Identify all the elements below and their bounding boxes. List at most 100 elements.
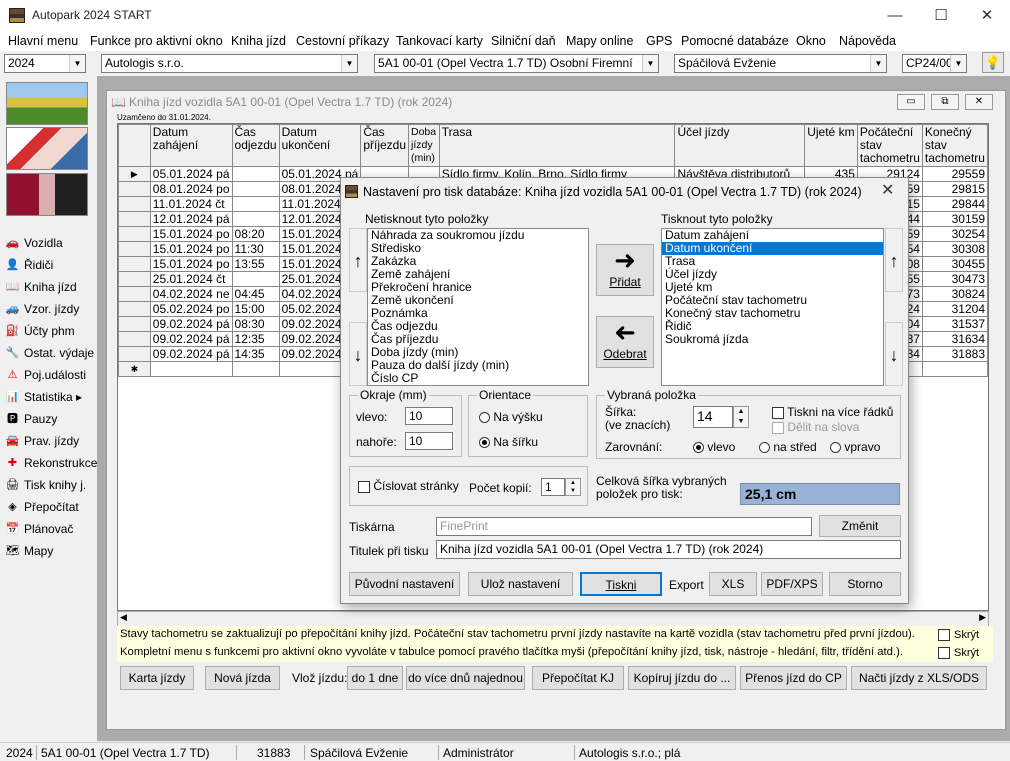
lightbulb-icon[interactable]: 💡 bbox=[982, 52, 1004, 73]
row-header[interactable] bbox=[118, 256, 151, 272]
move-up-icon[interactable]: ↑ bbox=[885, 228, 903, 292]
copy-trip-button[interactable]: Kopíruj jízdu do ... bbox=[628, 666, 736, 690]
table-cell-start[interactable]: 04.02.2024 ne bbox=[149, 286, 233, 302]
row-header[interactable] bbox=[118, 241, 151, 257]
row-header[interactable] bbox=[118, 211, 151, 227]
col-header[interactable]: Konečný stav tachometru bbox=[921, 124, 988, 167]
table-cell-start[interactable]: 12.01.2024 pá bbox=[149, 211, 233, 227]
table-cell-t1[interactable]: 30254 bbox=[921, 226, 988, 242]
insert-multi-day-button[interactable]: do více dnů najednou bbox=[406, 666, 525, 690]
table-cell-dep[interactable]: 04:45 bbox=[231, 286, 280, 302]
row-header[interactable] bbox=[118, 196, 151, 212]
menu-kniha-jizd[interactable]: Kniha jízd bbox=[231, 34, 286, 48]
move-down-icon[interactable]: ↓ bbox=[349, 322, 367, 386]
multiline-checkbox[interactable]: Tiskni na více řádků bbox=[772, 405, 893, 419]
change-printer-button[interactable]: Změnit bbox=[819, 515, 901, 537]
mdi-restore-button[interactable]: ⧉ bbox=[931, 94, 959, 110]
table-cell-t1[interactable]: 31537 bbox=[921, 316, 988, 332]
sidebar-item-vzor-jizdy[interactable]: 🚙 Vzor. jízdy bbox=[5, 299, 80, 319]
menu-funkce[interactable]: Funkce pro aktivní okno bbox=[90, 34, 223, 48]
table-cell-t1[interactable]: 29559 bbox=[921, 166, 988, 182]
original-settings-button[interactable]: Původní nastavení bbox=[349, 572, 460, 596]
table-cell-t1[interactable]: 30824 bbox=[921, 286, 988, 302]
table-cell-t1[interactable]: 30455 bbox=[921, 256, 988, 272]
table-cell-t1[interactable]: 31634 bbox=[921, 331, 988, 347]
margin-top-input[interactable]: 10 bbox=[405, 432, 453, 450]
sidebar-item-mapy[interactable]: 🗺 Mapy bbox=[5, 541, 54, 561]
sidebar-item-ostat-vydaje[interactable]: 🔧 Ostat. výdaje bbox=[5, 343, 94, 363]
table-cell-dep[interactable]: 13:55 bbox=[231, 256, 280, 272]
align-left-radio[interactable]: vlevo bbox=[693, 440, 735, 454]
col-header[interactable]: Ujeté km bbox=[804, 124, 858, 167]
heading-input[interactable]: Kniha jízd vozidla 5A1 00-01 (Opel Vectr… bbox=[436, 540, 901, 559]
table-cell-t1[interactable]: 30159 bbox=[921, 211, 988, 227]
fuel-photo[interactable] bbox=[6, 173, 88, 216]
car-photo[interactable] bbox=[6, 82, 88, 125]
menu-tankovaci-karty[interactable]: Tankovací karty bbox=[396, 34, 483, 48]
table-cell-t1[interactable]: 30473 bbox=[921, 271, 988, 287]
print-button[interactable]: Tiskni bbox=[580, 572, 662, 596]
table-cell-dep[interactable]: 08:30 bbox=[231, 316, 280, 332]
exclude-list[interactable]: Náhrada za soukromou jízdu Středisko Zakáz… bbox=[367, 228, 589, 386]
table-cell-dep[interactable]: 12:35 bbox=[231, 331, 280, 347]
sidebar-item-vozidla[interactable]: 🚗 Vozidla bbox=[5, 233, 63, 253]
sidebar-item-statistika[interactable]: 📊 Statistika ▸ bbox=[5, 387, 82, 407]
table-cell-t1[interactable]: 30308 bbox=[921, 241, 988, 257]
landscape-radio[interactable]: Na šířku bbox=[479, 435, 538, 449]
remove-button[interactable]: ➜ Odebrat bbox=[596, 316, 654, 368]
insert-1-day-button[interactable]: do 1 dne bbox=[347, 666, 403, 690]
export-pdf-button[interactable]: PDF/XPS bbox=[761, 572, 823, 596]
sidebar-item-rekonstrukce[interactable]: ✚ Rekonstrukce bbox=[5, 453, 97, 473]
sidebar-item-planovac[interactable]: 📅 Plánovač bbox=[5, 519, 74, 539]
minimize-button[interactable]: — bbox=[872, 0, 918, 31]
mdi-close-button[interactable]: ✕ bbox=[965, 94, 993, 110]
menu-mapy-online[interactable]: Mapy online bbox=[566, 34, 633, 48]
menu-okno[interactable]: Okno bbox=[796, 34, 826, 48]
row-header[interactable] bbox=[118, 226, 151, 242]
year-select[interactable]: 2024 ▼ bbox=[4, 54, 86, 73]
col-header[interactable]: Počáteční stav tachometru bbox=[856, 124, 923, 167]
recalculate-button[interactable]: Přepočítat KJ bbox=[532, 666, 624, 690]
row-header[interactable] bbox=[118, 271, 151, 287]
table-cell-t1[interactable]: 29844 bbox=[921, 196, 988, 212]
col-header[interactable]: Doba jízdy (min) bbox=[408, 124, 440, 167]
table-cell-start[interactable]: 11.01.2024 čt bbox=[149, 196, 233, 212]
vehicle-select[interactable]: 5A1 00-01 (Opel Vectra 1.7 TD) Osobní Fi… bbox=[374, 54, 659, 73]
table-cell[interactable] bbox=[149, 361, 233, 377]
table-cell-start[interactable]: 15.01.2024 po bbox=[149, 241, 233, 257]
split-words-checkbox[interactable]: Dělit na slova bbox=[772, 420, 859, 434]
include-list[interactable]: Datum zahájení Datum ukončení Trasa Účel jí… bbox=[661, 228, 884, 386]
table-cell-dep[interactable] bbox=[231, 211, 280, 227]
sidebar-item-prav-jizdy[interactable]: 🚘 Prav. jízdy bbox=[5, 431, 79, 451]
table-cell-dep[interactable]: 15:00 bbox=[231, 301, 280, 317]
col-header[interactable]: Čas odjezdu bbox=[231, 124, 280, 167]
new-trip-button[interactable]: Nová jízda bbox=[205, 666, 280, 690]
list-item[interactable]: Konečný stav tachometru bbox=[662, 307, 883, 320]
menu-hlavni[interactable]: Hlavní menu bbox=[8, 34, 78, 48]
list-item[interactable]: Soukromá jízda bbox=[662, 333, 883, 346]
menu-pomocne-databaze[interactable]: Pomocné databáze bbox=[681, 34, 789, 48]
export-xls-button[interactable]: XLS bbox=[709, 572, 757, 596]
row-header[interactable] bbox=[118, 301, 151, 317]
row-header[interactable] bbox=[118, 181, 151, 197]
table-cell-dep[interactable]: 14:35 bbox=[231, 346, 280, 362]
table-cell-dep[interactable]: 08:20 bbox=[231, 226, 280, 242]
table-cell-t1[interactable]: 29815 bbox=[921, 181, 988, 197]
maximize-button[interactable]: ☐ bbox=[918, 0, 964, 31]
hide-info-1-checkbox[interactable]: Skrýt bbox=[938, 629, 979, 641]
table-cell-start[interactable]: 05.02.2024 po bbox=[149, 301, 233, 317]
table-cell-start[interactable]: 15.01.2024 po bbox=[149, 256, 233, 272]
menu-silnicni-dan[interactable]: Silniční daň bbox=[491, 34, 556, 48]
table-cell-dep[interactable] bbox=[231, 181, 280, 197]
table-cell-start[interactable]: 09.02.2024 pá bbox=[149, 316, 233, 332]
add-button[interactable]: ➜ Přidat bbox=[596, 244, 654, 296]
sidebar-item-tisk-knihy[interactable]: 🖨 Tisk knihy j. bbox=[5, 475, 87, 495]
table-cell-dep[interactable] bbox=[231, 196, 280, 212]
col-header[interactable]: Účel jízdy bbox=[674, 124, 806, 167]
align-center-radio[interactable]: na střed bbox=[759, 440, 817, 454]
copies-spinner[interactable]: ▲ ▼ bbox=[565, 478, 581, 496]
move-up-icon[interactable]: ↑ bbox=[349, 228, 367, 292]
import-xls-button[interactable]: Načti jízdy z XLS/ODS bbox=[851, 666, 987, 690]
plane-photo[interactable] bbox=[6, 127, 88, 170]
number-pages-checkbox[interactable]: Číslovat stránky bbox=[358, 479, 459, 493]
